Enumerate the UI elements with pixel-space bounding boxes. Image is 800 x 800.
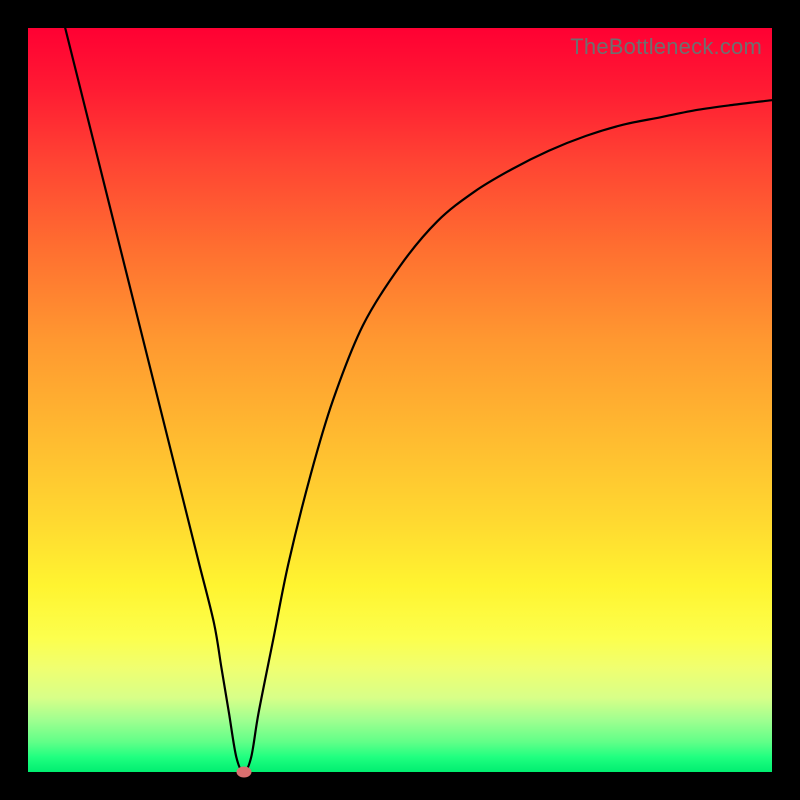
- apex-marker: [236, 767, 251, 778]
- plot-area: TheBottleneck.com: [28, 28, 772, 772]
- bottleneck-curve: [65, 28, 772, 772]
- curve-svg: [28, 28, 772, 772]
- chart-container: TheBottleneck.com: [0, 0, 800, 800]
